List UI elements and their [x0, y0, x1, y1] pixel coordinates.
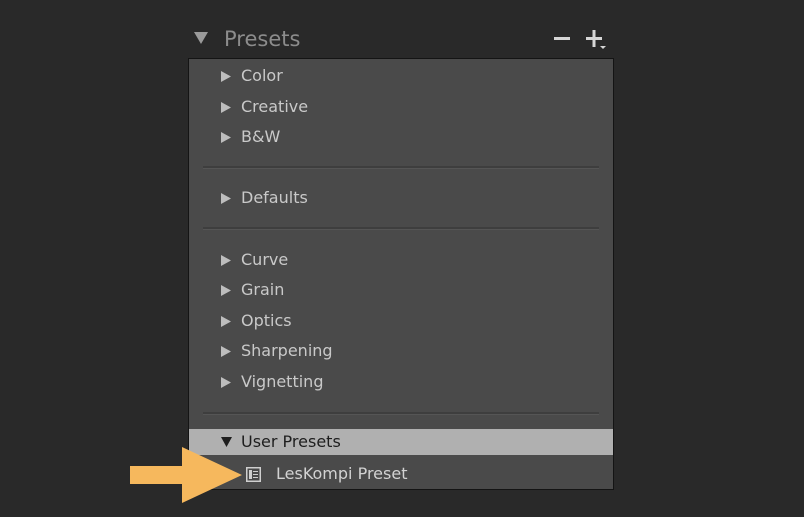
preset-group-vignetting[interactable]: Vignetting	[189, 367, 613, 397]
triangle-right-icon	[221, 285, 231, 296]
preset-group-defaults[interactable]: Defaults	[189, 183, 613, 213]
group-divider	[203, 412, 599, 415]
preset-group-curve[interactable]: Curve	[189, 245, 613, 275]
preset-group-label: User Presets	[241, 432, 341, 451]
triangle-right-icon	[221, 255, 231, 266]
user-preset-item[interactable]: LesKompi Preset	[189, 459, 613, 489]
group-divider	[203, 166, 599, 169]
remove-preset-button[interactable]	[552, 27, 576, 51]
preset-group-label: Curve	[241, 250, 289, 269]
triangle-right-icon	[221, 316, 231, 327]
preset-group-optics[interactable]: Optics	[189, 306, 613, 336]
preset-group-user-presets[interactable]: User Presets	[189, 429, 613, 455]
preset-group-sharpening[interactable]: Sharpening	[189, 336, 613, 366]
triangle-right-icon	[221, 193, 231, 204]
preset-group-color[interactable]: Color	[189, 61, 613, 91]
add-preset-button[interactable]	[584, 27, 608, 51]
preset-group-label: B&W	[241, 127, 281, 146]
preset-group-label: Sharpening	[241, 341, 333, 360]
preset-group-label: Vignetting	[241, 372, 324, 391]
minus-icon	[554, 37, 570, 40]
presets-list: Color Creative B&W Defaults Curve Grain …	[188, 58, 614, 490]
preset-group-creative[interactable]: Creative	[189, 92, 613, 122]
arrow-right-icon	[130, 447, 242, 503]
presets-panel-header[interactable]: Presets	[188, 24, 614, 56]
triangle-right-icon	[221, 346, 231, 357]
panel-title: Presets	[224, 27, 301, 51]
preset-group-bw[interactable]: B&W	[189, 122, 613, 152]
triangle-right-icon	[221, 71, 231, 82]
preset-group-label: Color	[241, 66, 283, 85]
triangle-right-icon	[221, 377, 231, 388]
triangle-down-icon[interactable]	[193, 30, 209, 46]
preset-group-label: Grain	[241, 280, 285, 299]
triangle-down-icon	[221, 437, 232, 447]
preset-document-icon	[246, 467, 261, 482]
plus-dropdown-icon	[586, 30, 606, 49]
triangle-right-icon	[221, 132, 231, 143]
preset-group-label: Optics	[241, 311, 292, 330]
preset-group-label: Defaults	[241, 188, 308, 207]
group-divider	[203, 227, 599, 230]
triangle-right-icon	[221, 102, 231, 113]
user-preset-label: LesKompi Preset	[276, 464, 408, 483]
preset-group-label: Creative	[241, 97, 309, 116]
preset-group-grain[interactable]: Grain	[189, 275, 613, 305]
